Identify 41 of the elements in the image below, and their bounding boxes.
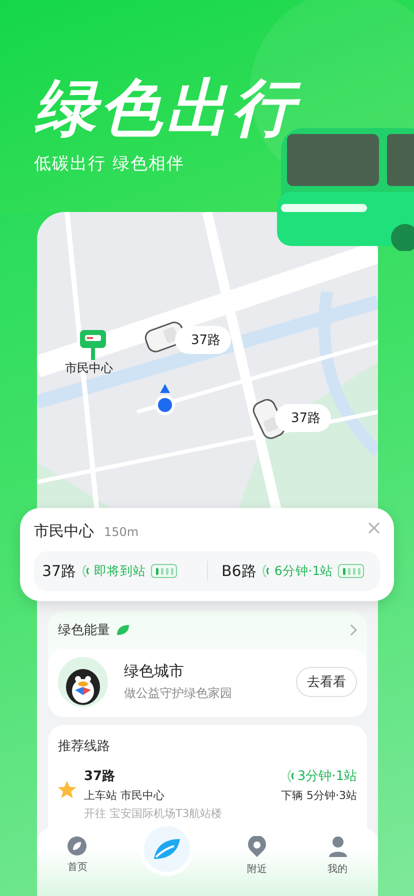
nearby-tab[interactable]: 附近 [242,834,271,878]
arrival-status: 即将到站 [94,562,146,580]
star-icon[interactable] [58,781,76,799]
section-title: 推荐线路 [58,738,111,755]
bus-label: 37路 [175,326,231,354]
boarding-stop: 上车站 市民中心 [84,788,166,803]
stop-name: 市民中心 [34,522,94,541]
card-title: 绿色城市 [124,662,185,681]
stop-distance: 150m [104,525,139,539]
person-icon [328,836,348,858]
signal-icon [286,769,294,783]
route-name: 37路 [84,768,116,785]
close-icon[interactable] [368,522,380,534]
section-title: 绿色能量 [58,622,110,639]
location-icon [154,384,176,416]
profile-tab[interactable]: 我的 [324,834,352,878]
route-direction: 开往 宝安国际机场T3航站楼 [84,806,224,821]
view-button[interactable]: 去看看 [296,667,357,697]
signal-icon [81,564,90,578]
compass-icon [67,836,88,856]
location-pin-icon [246,836,267,858]
stop-label: 市民中心 [65,360,113,377]
route-name: 37路 [42,562,76,580]
leaf-icon [116,624,130,636]
signal-icon [261,564,270,578]
bus-label: 37路 [275,404,331,432]
chevron-icon[interactable] [350,624,357,636]
leaf-icon [152,837,182,861]
penguin-avatar-icon [58,657,108,707]
arrival-time: 3分钟·1站 [297,768,357,785]
arrival-status: 6分钟·1站 [274,562,334,580]
card-subtitle: 做公益守护绿色家园 [124,685,233,702]
hero-title: 绿色出行 [34,72,414,144]
crowding-icon [338,564,364,578]
leaf-tab[interactable] [144,826,190,872]
hero-subtitle: 低碳出行 绿色相伴 [34,153,186,175]
bus-stop-icon [80,330,106,360]
next-bus-time: 下辆 5分钟·3站 [281,788,357,803]
crowding-icon [151,564,178,578]
home-tab[interactable]: 首页 [63,834,92,876]
route-name: B6路 [222,562,256,580]
